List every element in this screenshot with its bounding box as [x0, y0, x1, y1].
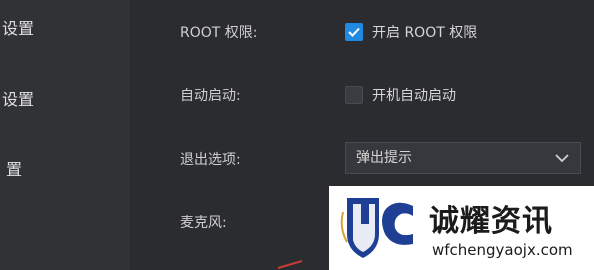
- microphone-label: 麦克风:: [180, 215, 227, 231]
- watermark-logo-icon: [340, 198, 413, 258]
- watermark-url: wfchengyaojx.com: [432, 241, 573, 259]
- root-permission-checkbox[interactable]: [345, 23, 363, 41]
- checkmark-icon: [348, 27, 360, 37]
- autostart-checkbox-text[interactable]: 开机自动启动: [372, 85, 456, 105]
- root-permission-checkbox-text[interactable]: 开启 ROOT 权限: [372, 22, 477, 42]
- sidebar-item-settings-3[interactable]: 置: [6, 158, 22, 182]
- exit-option-label: 退出选项:: [180, 152, 241, 168]
- autostart-checkbox[interactable]: [345, 86, 363, 104]
- sidebar-item-label: 设置: [2, 19, 35, 38]
- exit-option-selected-value: 弹出提示: [356, 150, 412, 166]
- exit-option-select[interactable]: 弹出提示: [345, 142, 581, 174]
- watermark-title: 诚耀资讯: [429, 204, 553, 239]
- chevron-down-icon: [555, 154, 569, 163]
- sidebar: 设置 设置 置: [0, 0, 131, 270]
- sidebar-item-label: 置: [6, 160, 23, 179]
- sidebar-item-label: 设置: [2, 90, 35, 109]
- watermark: 诚耀资讯 wfchengyaojx.com: [329, 186, 594, 270]
- root-permission-label: ROOT 权限:: [180, 25, 258, 41]
- sidebar-item-settings-1[interactable]: 设置: [2, 17, 34, 41]
- red-arrow-annotation: [277, 260, 303, 269]
- sidebar-item-settings-2[interactable]: 设置: [2, 88, 34, 112]
- autostart-label: 自动启动:: [180, 88, 241, 104]
